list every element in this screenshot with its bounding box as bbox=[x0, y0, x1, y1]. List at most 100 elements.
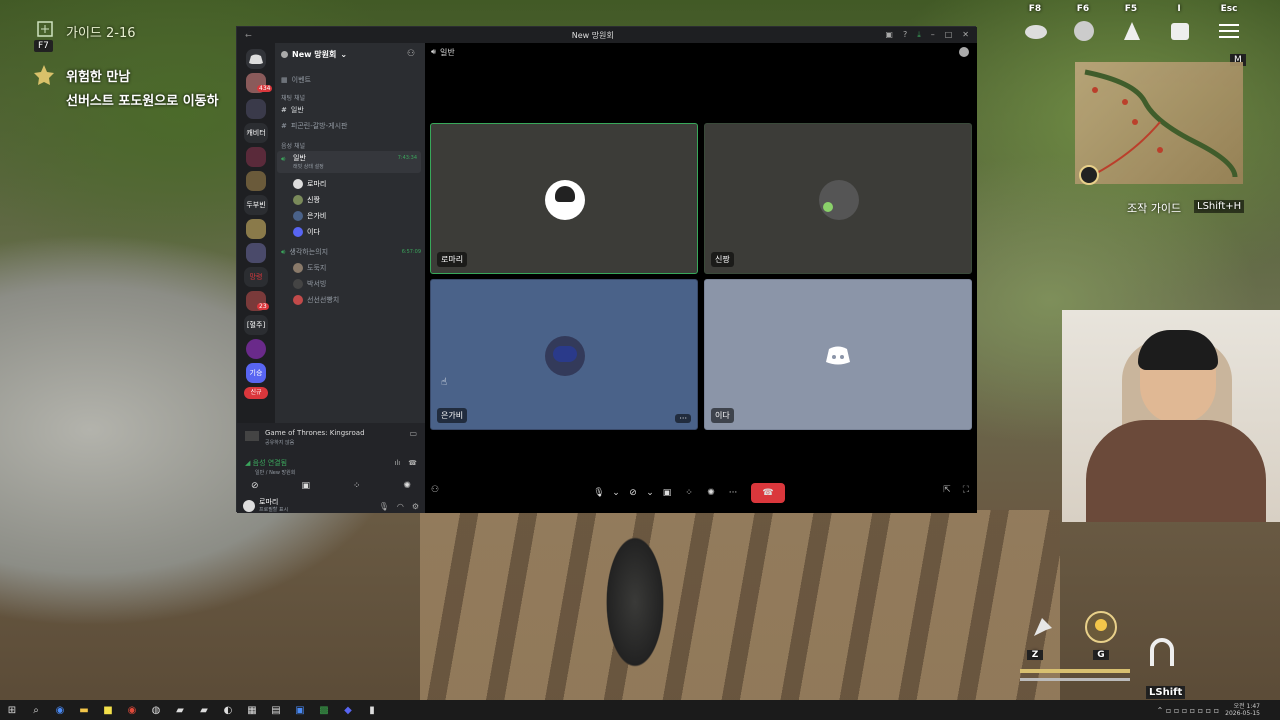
maximize-button[interactable]: □ bbox=[945, 30, 953, 40]
taskbar-app-icon[interactable]: ▦ bbox=[242, 703, 262, 717]
taskbar-app-icon[interactable]: ▤ bbox=[266, 703, 286, 717]
cursor-hand-icon: ☝ bbox=[441, 377, 448, 388]
server-icon-8[interactable] bbox=[246, 339, 266, 359]
server-label-1[interactable]: 캐비터 bbox=[244, 123, 268, 143]
back-arrow-icon[interactable]: ← bbox=[245, 31, 252, 40]
add-member-icon[interactable]: ⚇ bbox=[407, 49, 415, 59]
taskbar-app-icon[interactable]: ◉ bbox=[50, 703, 70, 717]
headphones-icon[interactable]: ◠ bbox=[397, 502, 404, 511]
server-label-4[interactable]: [혈주] bbox=[244, 315, 268, 335]
voice-member[interactable]: 신짱 bbox=[293, 195, 320, 205]
server-icon-3[interactable] bbox=[246, 147, 266, 167]
taskbar-app-icon[interactable]: ■ bbox=[98, 703, 118, 717]
participant-tile[interactable]: 로마리 bbox=[430, 123, 698, 274]
start-icon[interactable]: ⊞ bbox=[2, 703, 22, 717]
invite-icon[interactable]: ⚇ bbox=[431, 485, 439, 495]
server-label-6[interactable]: 신규 bbox=[244, 387, 268, 399]
search-icon[interactable]: ⌕ bbox=[26, 703, 46, 717]
activities-icon[interactable]: ⁘ bbox=[353, 481, 361, 491]
server-header[interactable]: New 망원회 ⌄ bbox=[281, 49, 347, 60]
server-label-2[interactable]: 두부빈 bbox=[244, 195, 268, 215]
text-channel-board[interactable]: # 피곤린-갈방-게시판 bbox=[281, 121, 347, 131]
file-explorer-icon[interactable]: ▬ bbox=[74, 703, 94, 717]
server-icon-6[interactable] bbox=[246, 243, 266, 263]
noise-suppression-icon[interactable]: ılı bbox=[394, 459, 400, 468]
server-icon-5[interactable] bbox=[246, 219, 266, 239]
server-label-5[interactable]: 기승 bbox=[246, 363, 266, 383]
quest-description: 선버스트 포도원으로 이동하 bbox=[66, 94, 219, 109]
control-guide-key: LShift+H bbox=[1194, 200, 1245, 213]
taskbar-app-icon[interactable]: ▰ bbox=[194, 703, 214, 717]
taskbar-app-icon[interactable]: ▣ bbox=[290, 703, 310, 717]
share-screen-icon[interactable]: ▣ bbox=[657, 485, 677, 501]
hang-up-button[interactable]: ☎ bbox=[751, 483, 785, 503]
excel-icon[interactable]: ▩ bbox=[314, 703, 334, 717]
taskbar-app-icon[interactable]: ◍ bbox=[146, 703, 166, 717]
help-icon[interactable]: ? bbox=[903, 30, 907, 40]
events-item[interactable]: ▦ 이벤트 bbox=[281, 75, 311, 85]
camera-off-icon[interactable]: ⊘ bbox=[251, 481, 259, 491]
voice-member[interactable]: 선선선빵치 bbox=[293, 295, 339, 305]
more-options-icon[interactable]: ··· bbox=[675, 414, 691, 423]
chevron-down-icon[interactable]: ⌄ bbox=[611, 485, 621, 501]
clock[interactable]: 오전 1:47 2026-05-15 bbox=[1225, 703, 1260, 717]
taskbar-app-icon[interactable]: ◐ bbox=[218, 703, 238, 717]
mute-mic-icon[interactable]: 🎙︎ bbox=[589, 485, 609, 501]
more-icon[interactable]: ··· bbox=[723, 485, 743, 501]
text-category[interactable]: 채팅 채널 bbox=[281, 93, 305, 102]
mute-icon[interactable]: 🎙︎ bbox=[379, 502, 389, 511]
activity-row[interactable]: Game of Thrones: Kingsroad 공유하지 않음 ▭ bbox=[245, 429, 417, 448]
voice-channel-label: 일반 bbox=[293, 154, 306, 162]
voice-member[interactable]: 은가비 bbox=[293, 211, 326, 221]
download-icon[interactable]: ⤓ bbox=[917, 30, 921, 40]
disconnect-icon[interactable]: ☎ bbox=[408, 459, 417, 468]
social-menu-icon[interactable] bbox=[1072, 20, 1096, 46]
popout-icon[interactable]: ⇱ bbox=[943, 485, 951, 495]
chrome-icon[interactable]: ◉ bbox=[122, 703, 142, 717]
server-label-3[interactable]: 망령 bbox=[244, 267, 268, 287]
inbox-icon[interactable]: ▣ bbox=[885, 30, 893, 40]
inventory-menu-icon[interactable] bbox=[1168, 20, 1192, 46]
server-icon-2[interactable] bbox=[246, 99, 266, 119]
user-info[interactable]: 로마리 프로필할 표시 🎙︎ ◠ ⚙ bbox=[243, 498, 419, 513]
character-menu-icon[interactable] bbox=[1120, 20, 1144, 46]
chat-bubble-icon[interactable] bbox=[959, 47, 969, 57]
fullscreen-icon[interactable]: ⛶ bbox=[963, 485, 969, 495]
soundboard-icon[interactable]: ✺ bbox=[701, 485, 721, 501]
server-icon-4[interactable] bbox=[246, 171, 266, 191]
voice-channel-general[interactable]: 🔊︎ 일반 래빗 상태 설정 7:43:34 bbox=[277, 151, 421, 173]
soundboard-icon[interactable]: ✺ bbox=[403, 481, 411, 491]
participant-tile[interactable]: 신짱 bbox=[704, 123, 972, 274]
voice-channel-2[interactable]: 🔊︎ 생각하는의지 6:57:09 bbox=[281, 247, 421, 257]
guide-key: F7 bbox=[34, 40, 53, 52]
chevron-down-icon[interactable]: ⌄ bbox=[645, 485, 655, 501]
participant-tile[interactable]: 이다 bbox=[704, 279, 972, 430]
settings-gear-icon[interactable]: ⚙ bbox=[412, 502, 419, 511]
text-channel-label: 일반 bbox=[290, 106, 304, 114]
close-button[interactable]: ✕ bbox=[962, 30, 969, 40]
discord-taskbar-icon[interactable]: ◆ bbox=[338, 703, 358, 717]
camera-off-icon[interactable]: ⊘ bbox=[623, 485, 643, 501]
calendar-icon: ▦ bbox=[281, 76, 288, 84]
clock-time: 오전 1:47 bbox=[1233, 703, 1260, 710]
main-menu-icon[interactable] bbox=[1218, 22, 1240, 44]
taskbar-app-icon[interactable]: ▮ bbox=[362, 703, 382, 717]
tray-icons[interactable]: ⌃ ▫ ▫ ▫ ▫ ▫ ▫ ▫ bbox=[1157, 706, 1219, 715]
share-screen-icon[interactable]: ▣ bbox=[301, 481, 310, 491]
voice-member[interactable]: 로마리 bbox=[293, 179, 326, 189]
screen-icon[interactable]: ▭ bbox=[409, 429, 417, 438]
text-channel-general[interactable]: # 일반 bbox=[281, 105, 304, 115]
guide-icon bbox=[36, 20, 56, 40]
participant-tile[interactable]: 은가비 ··· bbox=[430, 279, 698, 430]
discord-home-icon[interactable] bbox=[246, 49, 266, 69]
taskbar-app-icon[interactable]: ▰ bbox=[170, 703, 190, 717]
voice-member[interactable]: 박서빙 bbox=[293, 279, 326, 289]
voice-member[interactable]: 도둑지 bbox=[293, 263, 326, 273]
voice-category[interactable]: 음성 채널 bbox=[281, 141, 305, 150]
activities-icon[interactable]: ⁘ bbox=[679, 485, 699, 501]
voice-member[interactable]: 이다 bbox=[293, 227, 320, 237]
minimize-button[interactable]: – bbox=[931, 30, 935, 40]
text-channel-label: 피곤린-갈방-게시판 bbox=[290, 122, 348, 130]
map-menu-icon[interactable] bbox=[1024, 22, 1048, 46]
minimap[interactable] bbox=[1075, 62, 1243, 184]
